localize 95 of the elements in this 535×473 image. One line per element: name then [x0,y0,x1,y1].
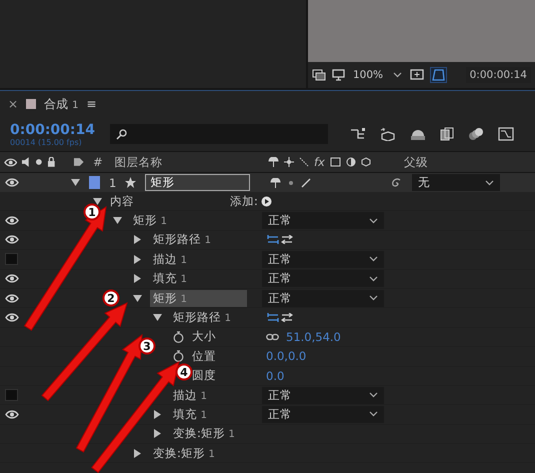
path-direction-icon[interactable] [267,313,279,322]
lock-icon[interactable] [46,157,56,167]
layer-number: 1 [109,176,116,190]
property-value[interactable]: 51.0,54.0 [286,330,341,344]
chevron-icon[interactable] [369,218,378,224]
visibility-toggle[interactable] [5,253,18,266]
expanded-triangle-icon[interactable] [153,313,162,322]
chevron-icon[interactable] [369,392,378,398]
collapsed-triangle-icon[interactable] [133,448,142,458]
property-label[interactable]: 矩形 1 [150,290,248,307]
layer-color-swatch[interactable] [89,176,100,189]
step-marker: 1 [84,204,100,220]
blend-mode-dropdown[interactable]: 正常 [262,212,384,230]
chevron-icon[interactable] [393,72,402,78]
half-circle-icon[interactable] [346,157,356,167]
layer-name-field[interactable]: 矩形 [145,174,250,191]
star-icon [125,177,136,188]
graph-editor-icon[interactable] [498,127,514,141]
blend-mode-dropdown[interactable]: 正常 [262,270,384,288]
stopwatch-icon[interactable] [173,330,184,343]
eye-icon[interactable] [5,178,19,187]
blend-mode-dropdown[interactable]: 正常 [262,250,384,268]
close-tab-button[interactable]: × [8,97,18,111]
composition-swatch [26,99,36,109]
safe-margins-icon[interactable] [410,68,424,82]
chevron-icon[interactable] [369,276,378,282]
path-direction-icon[interactable] [267,235,279,244]
eye-icon[interactable] [5,294,19,303]
eye-icon[interactable] [5,313,19,322]
property-label: 圆度 [192,368,216,384]
path-direction-icon[interactable] [281,313,293,322]
path-direction-icon[interactable] [281,235,293,244]
property-value[interactable]: 0.0,0.0 [266,349,306,364]
property-value[interactable]: 0.0 [266,368,284,383]
frame-rate: 00014 (15.00 fps) [10,138,83,146]
blend-mode-dropdown[interactable]: 正常 [262,290,384,307]
panel-tab[interactable]: 合成 1 [44,96,78,112]
zoom-dropdown[interactable]: 100% [351,69,404,81]
column-header[interactable]: fx [314,155,325,169]
collapsed-triangle-icon[interactable] [133,254,142,264]
step-marker: 2 [102,290,120,306]
expanded-triangle-icon[interactable] [113,216,122,226]
visibility-toggle[interactable] [5,389,18,402]
column-header[interactable]: 图层名称 [114,154,163,170]
panel-menu-button[interactable]: ≡ [86,97,96,111]
label-tag-icon[interactable] [73,157,85,167]
add-label: 添加: [230,194,258,209]
property-label[interactable]: 变换:矩形 1 [170,425,238,442]
parent-dropdown[interactable]: 无 [412,174,500,191]
speaker-icon[interactable] [21,157,32,167]
collapsed-triangle-icon[interactable] [133,274,142,284]
eye-icon[interactable] [5,410,19,419]
expanded-triangle-icon[interactable] [133,294,142,303]
property-label[interactable]: 描边 1 [170,386,210,404]
column-header[interactable]: 父级 [404,154,428,170]
current-time[interactable]: 0:00:00:14 [10,122,100,138]
motion-blur-icon[interactable] [468,127,484,141]
property-label[interactable]: 矩形路径 1 [150,231,214,248]
step-marker: 3 [138,338,156,354]
property-label[interactable]: 填充 1 [170,406,210,423]
collapsed-triangle-icon[interactable] [153,410,162,419]
property-label: 位置 [192,348,216,364]
eye-icon[interactable] [5,216,19,226]
expanded-triangle-icon[interactable] [71,178,80,187]
layers-icon[interactable] [312,69,326,81]
chevron-icon[interactable] [369,411,378,418]
expanded-triangle-icon[interactable] [93,196,102,206]
collapsed-triangle-icon[interactable] [133,235,142,244]
stopwatch-icon[interactable] [173,350,184,362]
monitor-icon[interactable] [332,69,345,81]
eye-icon[interactable] [5,235,19,244]
link-icon[interactable] [266,332,279,341]
column-header[interactable]: # [93,155,103,169]
chevron-icon[interactable] [369,295,378,302]
flowchart-icon[interactable] [350,127,366,141]
chevron-icon[interactable] [369,256,378,262]
property-label[interactable]: 矩形 1 [130,212,170,230]
chevron-icon[interactable] [485,180,494,186]
collapsed-triangle-icon[interactable] [153,429,162,438]
step-marker: 4 [176,364,192,380]
blend-mode-dropdown[interactable]: 正常 [262,406,384,423]
frame-icon[interactable] [330,157,341,167]
sun-icon[interactable] [284,157,294,167]
property-label[interactable]: 描边 1 [150,250,190,268]
solo-icon[interactable] [35,158,43,166]
property-label[interactable]: 填充 1 [150,270,190,288]
property-label: 内容 [110,194,134,209]
property-label: 大小 [192,329,216,344]
eye-icon[interactable] [4,158,18,166]
blend-mode-dropdown[interactable]: 正常 [262,386,384,404]
property-label[interactable]: 变换:矩形 1 [150,444,218,462]
eye-icon[interactable] [5,274,19,284]
property-label[interactable]: 矩形路径 1 [170,309,234,326]
play-circle-icon[interactable] [260,196,272,207]
search-field[interactable] [110,124,328,144]
